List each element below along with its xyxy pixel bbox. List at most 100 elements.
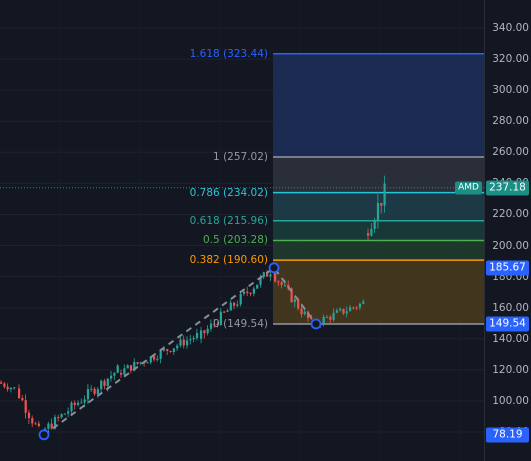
candle-candle — [172, 348, 175, 352]
candle-candle — [239, 293, 242, 305]
candle-candle — [332, 312, 335, 320]
candle-candle — [13, 387, 16, 389]
candle-candle — [113, 372, 116, 376]
candle-candle — [358, 303, 362, 308]
candle-candle — [274, 271, 277, 282]
fib-zone — [273, 53, 484, 157]
symbol-tag: AMD — [455, 181, 482, 195]
candle-candle — [189, 339, 192, 341]
candle-candle — [192, 338, 195, 340]
candle-candle — [277, 281, 280, 283]
axis-tick-label: 340.00 — [492, 22, 529, 34]
candle-candle — [206, 328, 209, 334]
fib-label: 0.382 (190.60) — [189, 254, 268, 267]
candle-candle — [146, 362, 149, 364]
candle-candle — [156, 358, 159, 360]
fib-label: 0.618 (215.96) — [189, 214, 268, 227]
axis-tick-label: 140.00 — [492, 332, 529, 345]
candle-candle — [200, 330, 203, 339]
fib-label: 0.786 (234.02) — [189, 186, 268, 199]
axis-tick-label: 260.00 — [492, 146, 529, 159]
candle-candle — [376, 202, 380, 221]
candle-candle — [233, 302, 236, 306]
candle-candle — [226, 310, 229, 312]
axis-tick-label: 320.00 — [492, 53, 529, 66]
candle-candle — [70, 402, 73, 412]
candle-candle — [182, 339, 185, 346]
candle-candle — [37, 423, 40, 426]
candle-candle — [6, 386, 9, 390]
candle-candle — [60, 414, 63, 418]
fib-label: 1 (257.02) — [213, 150, 268, 163]
candle-candle — [223, 311, 226, 313]
axis-tick-label: 160.00 — [492, 301, 529, 314]
candle-candle — [176, 345, 179, 349]
price-tag-swing-low: 78.19 — [486, 427, 529, 443]
candle-candle — [31, 418, 34, 424]
candle-candle — [303, 311, 306, 315]
candle-candle — [47, 423, 50, 429]
candle-candle — [370, 228, 373, 236]
candle-candle — [63, 413, 66, 415]
candle-candle — [73, 402, 76, 406]
candle-candle — [380, 202, 383, 206]
candle-candle — [373, 220, 376, 229]
candle-candle — [339, 308, 342, 311]
candle-candle — [383, 183, 386, 206]
candle-candle — [236, 304, 239, 306]
candle-candle — [269, 274, 272, 277]
candle-candle — [86, 389, 90, 400]
candle-candle — [116, 365, 119, 373]
candle-candle — [67, 411, 70, 414]
price-chart[interactable] — [0, 0, 531, 461]
candle-candle — [352, 307, 355, 309]
candle-candle — [103, 380, 106, 387]
price-tag-current: 237.18 — [486, 180, 529, 196]
candle-candle — [335, 310, 338, 313]
candle-candle — [106, 378, 109, 387]
axis-tick-label: 120.00 — [492, 363, 529, 376]
swing-high-marker — [268, 262, 280, 274]
candle-candle — [262, 272, 265, 278]
fib-label: 1.618 (323.44) — [189, 47, 268, 60]
candle-candle — [123, 368, 126, 375]
candle-candle — [83, 399, 86, 403]
candle-candle — [186, 340, 189, 346]
candle-candle — [345, 311, 348, 314]
candle-candle — [209, 323, 213, 329]
candle-candle — [129, 365, 133, 371]
candle-candle — [293, 299, 296, 303]
candle-candle — [322, 316, 325, 325]
candle-candle — [179, 339, 182, 346]
candle-candle — [256, 284, 259, 289]
candle-candle — [325, 316, 329, 318]
candle-candle — [342, 308, 345, 314]
axis-tick-label: 100.00 — [492, 394, 529, 407]
candle-candle — [349, 307, 352, 312]
candle-candle — [80, 402, 83, 404]
candle-candle — [24, 400, 27, 413]
axis-tick-label: 220.00 — [492, 208, 529, 221]
swing-low-marker — [38, 429, 50, 441]
candle-candle — [242, 291, 246, 294]
candle-candle — [136, 362, 139, 364]
candle-candle — [297, 299, 300, 309]
candle-candle — [3, 383, 6, 387]
candle-candle — [283, 284, 287, 286]
candle-candle — [18, 388, 21, 399]
axis-tick-label: 300.00 — [492, 84, 529, 97]
candle-candle — [0, 382, 3, 384]
candle-candle — [280, 282, 283, 285]
candle-candle — [166, 349, 169, 351]
candle-candle — [57, 417, 60, 419]
candle-candle — [77, 402, 80, 406]
price-axis[interactable] — [484, 0, 531, 461]
candle-candle — [9, 387, 13, 390]
candle-candle — [110, 375, 113, 379]
fib-zone — [273, 240, 484, 261]
fib-label: 0 (149.54) — [213, 317, 268, 330]
candle-candle — [93, 388, 96, 394]
fib-zone — [273, 220, 484, 241]
axis-tick-label: 200.00 — [492, 239, 529, 252]
price-tag-fib-zero: 149.54 — [486, 316, 529, 332]
